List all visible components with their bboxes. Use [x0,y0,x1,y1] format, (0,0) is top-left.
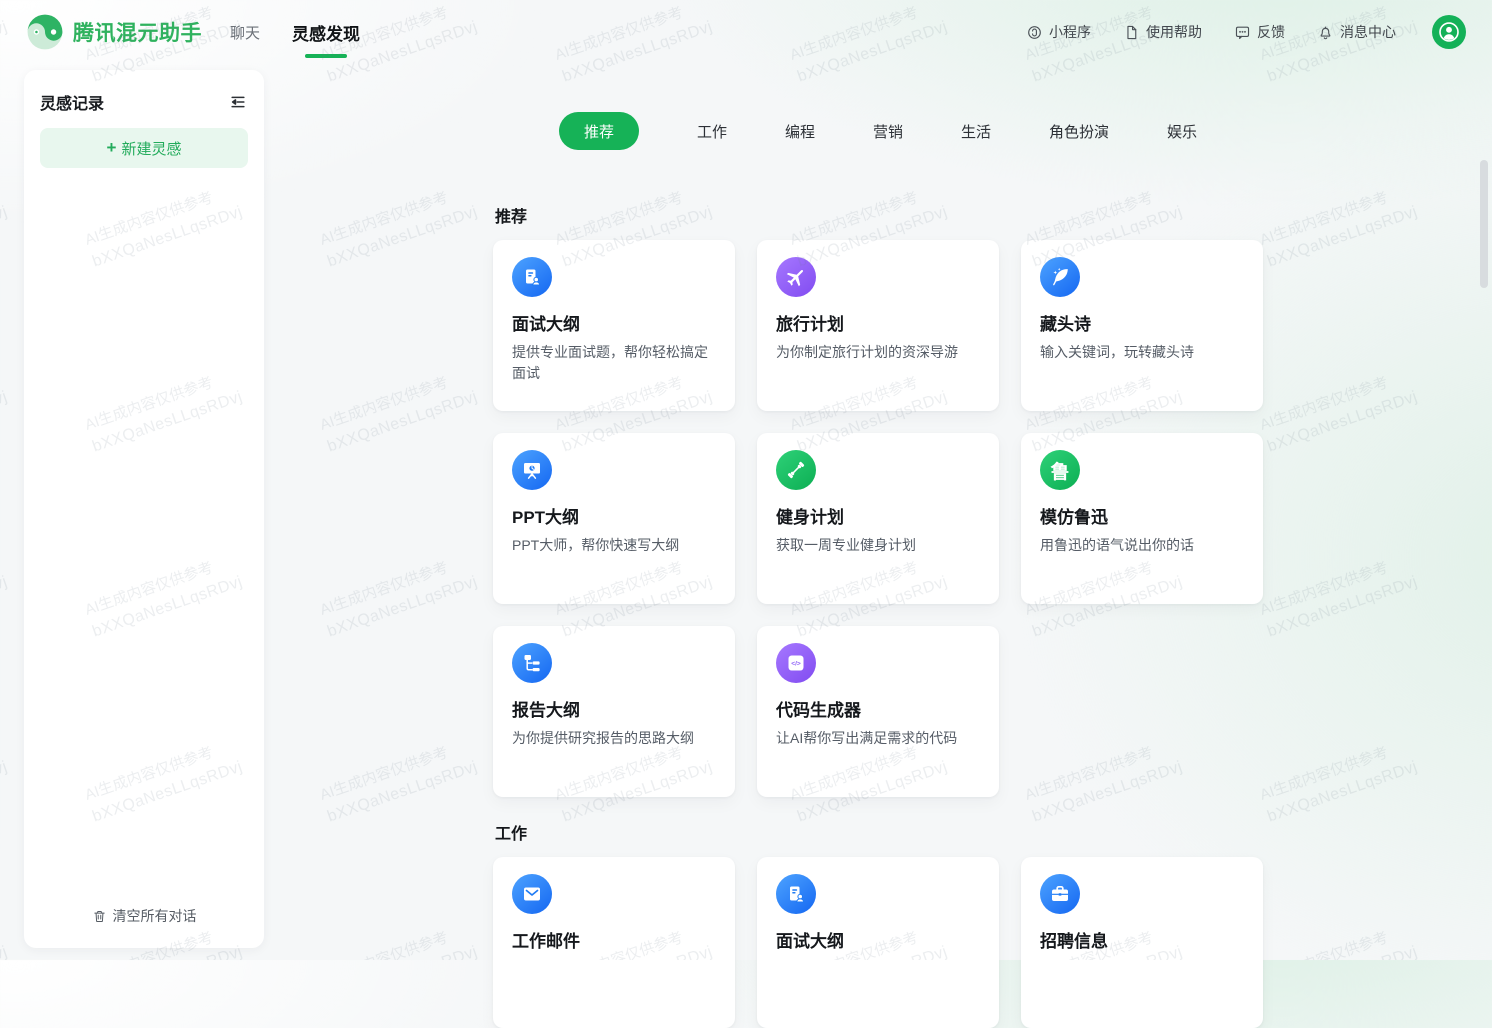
collapse-sidebar-button[interactable] [228,92,248,112]
collapse-sidebar-icon [228,92,248,112]
card-report-outline[interactable]: 报告大纲 为你提供研究报告的思路大纲 [493,626,735,797]
lu-character: 鲁 [1050,457,1069,484]
card-title: 面试大纲 [512,310,716,335]
filter-entertainment[interactable]: 娱乐 [1167,121,1197,142]
feedback-button[interactable]: 反馈 [1234,22,1285,42]
new-inspiration-button[interactable]: + 新建灵感 [40,128,248,168]
interview-doc-icon [512,257,552,297]
card-desc: 为你提供研究报告的思路大纲 [512,728,716,749]
card-interview-outline[interactable]: 面试大纲 提供专业面试题，帮你轻松搞定面试 [493,240,735,411]
help-doc-icon [1123,24,1140,41]
card-travel-plan[interactable]: 旅行计划 为你制定旅行计划的资深导游 [757,240,999,411]
filter-coding[interactable]: 编程 [785,121,815,142]
clear-all-conversations-button[interactable]: 清空所有对话 [24,906,264,926]
card-ppt-outline[interactable]: PPT大纲 PPT大师，帮你快速写大纲 [493,433,735,604]
card-recruitment-info[interactable]: 招聘信息 [1021,857,1263,1028]
topbar: 腾讯混元助手 聊天 灵感发现 小程序 使用帮助 [0,0,1492,64]
presentation-icon [512,450,552,490]
card-title: 藏头诗 [1040,310,1244,335]
card-desc: 提供专业面试题，帮你轻松搞定面试 [512,342,716,384]
quill-icon [1040,257,1080,297]
lu-glyph-icon: 鲁 [1040,450,1080,490]
interview-doc-icon [776,874,816,914]
card-title: 旅行计划 [776,310,980,335]
new-inspiration-label: 新建灵感 [121,138,181,159]
svg-text:</>: </> [791,661,801,668]
card-desc: 获取一周专业健身计划 [776,535,980,556]
sidebar-title: 灵感记录 [40,90,104,114]
outline-tree-icon [512,643,552,683]
work-card-grid: 工作邮件 面试大纲 招聘信息 [493,857,1263,1028]
filter-work[interactable]: 工作 [697,121,727,142]
code-icon: </> [776,643,816,683]
help-label: 使用帮助 [1146,22,1202,42]
card-desc: PPT大师，帮你快速写大纲 [512,535,716,556]
user-icon [1436,19,1462,45]
category-filter-bar: 推荐 工作 编程 营销 生活 角色扮演 娱乐 [264,112,1492,150]
filter-life[interactable]: 生活 [961,121,991,142]
help-button[interactable]: 使用帮助 [1123,22,1202,42]
active-tab-underline [305,54,347,58]
mini-program-label: 小程序 [1049,22,1091,42]
message-center-button[interactable]: 消息中心 [1317,22,1396,42]
filter-recommended[interactable]: 推荐 [559,112,639,150]
plus-icon: + [107,138,117,158]
card-title: 健身计划 [776,503,980,528]
card-title: 招聘信息 [1040,927,1244,952]
filter-roleplay[interactable]: 角色扮演 [1049,121,1109,142]
card-desc: 让AI帮你写出满足需求的代码 [776,728,980,749]
card-fitness-plan[interactable]: 健身计划 获取一周专业健身计划 [757,433,999,604]
plane-icon [776,257,816,297]
app-title: 腾讯混元助手 [73,17,202,47]
content-column: 推荐 面试大纲 提供专业面试题，帮你轻松搞定面试 旅行计划 为你制定旅行计划的资… [493,208,1263,1028]
card-title: 面试大纲 [776,927,980,952]
nav-tab-chat[interactable]: 聊天 [230,22,260,43]
card-title: 代码生成器 [776,696,980,721]
feedback-icon [1234,24,1251,41]
clear-all-label: 清空所有对话 [113,906,197,926]
mini-program-icon [1026,24,1043,41]
card-desc: 为你制定旅行计划的资深导游 [776,342,980,363]
vertical-scrollbar-thumb[interactable] [1480,160,1488,288]
card-title: 模仿鲁迅 [1040,503,1244,528]
card-interview-outline-work[interactable]: 面试大纲 [757,857,999,1028]
card-acrostic-poem[interactable]: 藏头诗 输入关键词，玩转藏头诗 [1021,240,1263,411]
feedback-label: 反馈 [1257,22,1285,42]
card-work-email[interactable]: 工作邮件 [493,857,735,1028]
card-title: 工作邮件 [512,927,716,952]
message-center-label: 消息中心 [1340,22,1396,42]
recommended-card-grid: 面试大纲 提供专业面试题，帮你轻松搞定面试 旅行计划 为你制定旅行计划的资深导游… [493,240,1263,797]
section-title-work: 工作 [495,825,1263,844]
sidebar-header: 灵感记录 [24,70,264,114]
section-title-recommended: 推荐 [495,208,1263,227]
card-desc: 用鲁迅的语气说出你的话 [1040,535,1244,556]
nav-tab-inspiration[interactable]: 灵感发现 [292,20,360,45]
mini-program-button[interactable]: 小程序 [1026,22,1091,42]
primary-nav: 聊天 灵感发现 [230,20,360,45]
yin-yang-logo-icon [26,13,64,51]
trash-icon [92,909,107,924]
briefcase-icon [1040,874,1080,914]
dumbbell-icon [776,450,816,490]
card-title: PPT大纲 [512,503,716,528]
app-logo: 腾讯混元助手 [26,13,202,51]
bell-icon [1317,24,1334,41]
card-imitate-luxun[interactable]: 鲁 模仿鲁迅 用鲁迅的语气说出你的话 [1021,433,1263,604]
topbar-actions: 小程序 使用帮助 反馈 消息中心 [1026,15,1466,49]
card-code-generator[interactable]: </> 代码生成器 让AI帮你写出满足需求的代码 [757,626,999,797]
filter-marketing[interactable]: 营销 [873,121,903,142]
card-desc: 输入关键词，玩转藏头诗 [1040,342,1244,363]
main-area: 推荐 工作 编程 营销 生活 角色扮演 娱乐 推荐 面试大纲 提供专业面试题，帮… [264,64,1492,960]
card-title: 报告大纲 [512,696,716,721]
user-avatar[interactable] [1432,15,1466,49]
nav-tab-inspiration-label: 灵感发现 [292,25,360,44]
mail-icon [512,874,552,914]
sidebar: 灵感记录 + 新建灵感 清空所有对话 [24,70,264,948]
